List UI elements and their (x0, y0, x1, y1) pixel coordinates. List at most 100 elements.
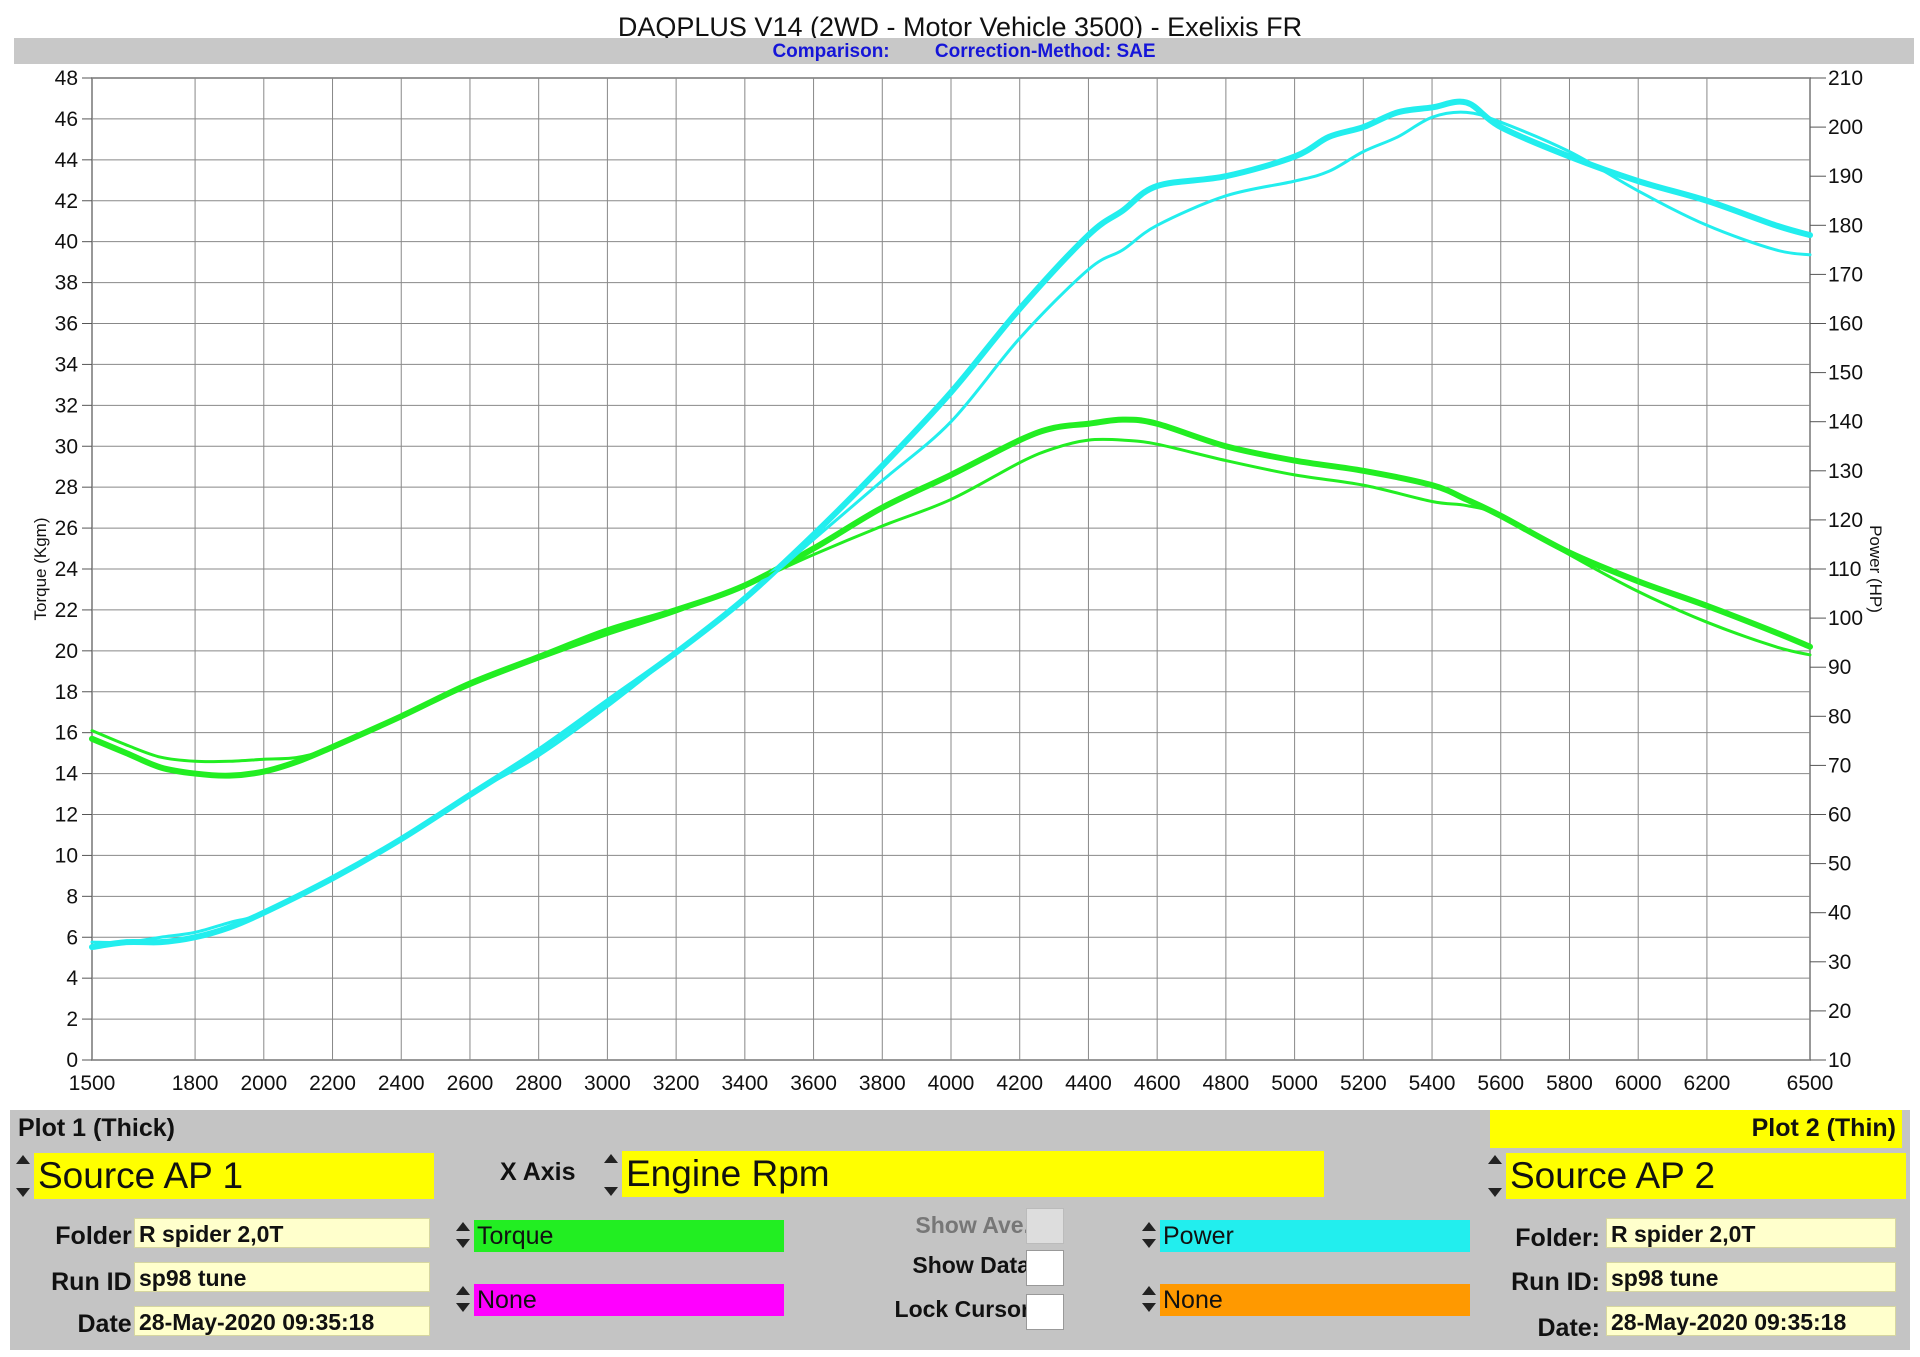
x-tick-label: 2400 (378, 1072, 425, 1095)
y2-tick-label: 20 (1828, 1000, 1851, 1023)
y2-tick-label: 110 (1828, 558, 1861, 581)
channel2-none-selector[interactable]: None (474, 1284, 784, 1316)
x-tick-label: 6000 (1615, 1072, 1662, 1095)
y-tick-label: 6 (66, 926, 78, 949)
y2-tick-label: 100 (1828, 607, 1863, 630)
x-tick-label: 5000 (1271, 1072, 1318, 1095)
subtitle: Comparison: Correction-Method: SAE (14, 41, 1914, 63)
x-tick-label: 1800 (172, 1072, 219, 1095)
y-tick-label: 36 (55, 313, 78, 336)
y-tick-label: 30 (55, 435, 78, 458)
runid-field-right[interactable]: sp98 tune (1606, 1262, 1896, 1292)
xaxis-label: X Axis (500, 1158, 576, 1186)
x-tick-label: 3000 (584, 1072, 631, 1095)
channel1-torque-selector[interactable]: Torque (474, 1220, 784, 1252)
folder-field-right[interactable]: R spider 2,0T (1606, 1218, 1896, 1248)
show-data-label: Show Data (912, 1252, 1030, 1278)
x-tick-label: 2000 (240, 1072, 287, 1095)
y2-tick-label: 200 (1828, 116, 1863, 139)
x-tick-label: 4000 (928, 1072, 975, 1095)
y-tick-label: 32 (55, 394, 78, 417)
dyno-chart: 1500 1800 2000 2200 2400 2600 2800 3000 3200 3400… (31, 67, 1885, 1095)
y2-tick-label: 130 (1828, 460, 1863, 483)
y-tick-label: 12 (55, 804, 78, 827)
x-tick-label: 2200 (309, 1072, 356, 1095)
y2-tick-label: 80 (1828, 705, 1851, 728)
y-tick-label: 4 (66, 967, 78, 990)
y2-tick-label: 120 (1828, 509, 1863, 532)
y-tick-label: 26 (55, 517, 78, 540)
x-tick-label: 5600 (1477, 1072, 1524, 1095)
channel4-spinner-icon[interactable] (1142, 1286, 1156, 1312)
y2-tick-label: 180 (1828, 214, 1863, 237)
plot1-label: Plot 1 (Thick) (18, 1114, 175, 1142)
y-tick-label: 44 (55, 149, 79, 172)
y2-tick-label: 40 (1828, 902, 1851, 925)
runid-field-left[interactable]: sp98 tune (134, 1262, 430, 1292)
y2-tick-label: 60 (1828, 804, 1851, 827)
subtitle-bar: Comparison: Correction-Method: SAE (14, 38, 1914, 64)
y2-tick-label: 140 (1828, 411, 1863, 434)
lock-cursor-checkbox[interactable] (1026, 1294, 1064, 1330)
date-label-left: Date: (77, 1310, 140, 1338)
xaxis-spinner-icon[interactable] (604, 1154, 618, 1196)
x-tick-label: 5800 (1546, 1072, 1593, 1095)
channel3-spinner-icon[interactable] (1142, 1222, 1156, 1248)
y-tick-label: 42 (55, 190, 78, 213)
x-tick-label: 1500 (69, 1072, 116, 1095)
y-tick-label: 48 (55, 67, 78, 90)
x-tick-label: 5200 (1340, 1072, 1387, 1095)
y-tick-label: 38 (55, 272, 78, 295)
x-tick-label: 3200 (653, 1072, 700, 1095)
y2-tick-label: 190 (1828, 165, 1863, 188)
comparison-label: Comparison: (772, 41, 890, 62)
source2-spinner-icon[interactable] (1488, 1155, 1502, 1197)
correction-method-label: Correction-Method: SAE (934, 41, 1156, 62)
y-tick-label: 34 (55, 353, 79, 376)
x-tick-label: 4200 (996, 1072, 1043, 1095)
xaxis-selector[interactable]: Engine Rpm (622, 1151, 1324, 1197)
y2-axis-label: Power (HP) (1866, 525, 1885, 613)
plot2-label: Plot 2 (Thin) (1751, 1114, 1896, 1142)
y-tick-label: 40 (55, 231, 78, 254)
y2-tick-label: 90 (1828, 656, 1851, 679)
source1-selector[interactable]: Source AP 1 (34, 1153, 434, 1199)
control-panel: Plot 1 (Thick) Source AP 1 Folder: R spi… (10, 1110, 1910, 1350)
x-tick-label: 3600 (790, 1072, 837, 1095)
x-tick-label: 4400 (1065, 1072, 1112, 1095)
show-ave-label: Show Ave. (915, 1212, 1030, 1238)
plot2-header-bar: Plot 2 (Thin) (1490, 1110, 1902, 1148)
channel1-spinner-icon[interactable] (456, 1222, 470, 1248)
y2-tick-label: 30 (1828, 951, 1851, 974)
y-tick-label: 8 (66, 885, 78, 908)
x-tick-label: 6500 (1787, 1072, 1834, 1095)
source1-spinner-icon[interactable] (16, 1155, 30, 1197)
date-field-left[interactable]: 28-May-2020 09:35:18 (134, 1306, 430, 1336)
y2-tick-label: 10 (1828, 1049, 1851, 1072)
y-tick-label: 2 (66, 1008, 78, 1031)
date-field-right[interactable]: 28-May-2020 09:35:18 (1606, 1306, 1896, 1336)
y-tick-label: 22 (55, 599, 78, 622)
channel4-none-selector[interactable]: None (1160, 1284, 1470, 1316)
date-label-right: Date: (1537, 1314, 1600, 1342)
y2-tick-label: 210 (1828, 67, 1863, 90)
folder-label-left: Folder: (55, 1222, 140, 1250)
channel3-power-selector[interactable]: Power (1160, 1220, 1470, 1252)
y-tick-label: 46 (55, 108, 78, 131)
y2-tick-label: 170 (1828, 263, 1863, 286)
x-tick-label: 3800 (859, 1072, 906, 1095)
lock-cursor-label: Lock Cursor (894, 1296, 1030, 1322)
runid-label-right: Run ID: (1511, 1268, 1600, 1296)
source2-selector[interactable]: Source AP 2 (1506, 1153, 1906, 1199)
y2-tick-label: 150 (1828, 362, 1863, 385)
show-data-checkbox[interactable] (1026, 1250, 1064, 1286)
show-ave-checkbox (1026, 1208, 1064, 1244)
runid-label-left: Run ID: (51, 1268, 140, 1296)
x-tick-label: 3400 (721, 1072, 768, 1095)
channel2-spinner-icon[interactable] (456, 1286, 470, 1312)
x-tick-label: 6200 (1684, 1072, 1731, 1095)
y2-tick-label: 70 (1828, 754, 1851, 777)
y-axis-label: Torque (Kgm) (31, 518, 50, 621)
folder-field-left[interactable]: R spider 2,0T (134, 1218, 430, 1248)
x-tick-label: 4800 (1203, 1072, 1250, 1095)
